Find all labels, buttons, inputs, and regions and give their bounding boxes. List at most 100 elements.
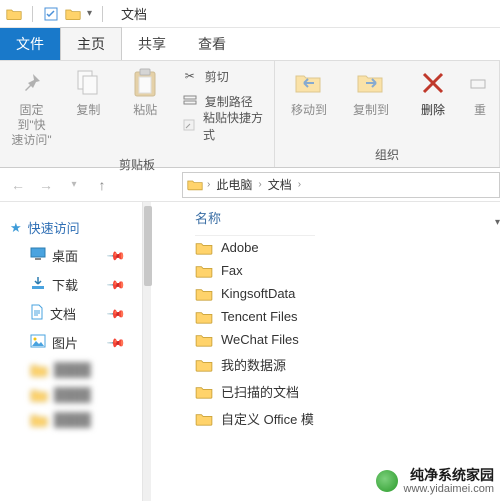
pin-indicator-icon: 📌	[106, 303, 126, 323]
rename-icon	[464, 67, 496, 99]
tab-file[interactable]: 文件	[0, 28, 60, 60]
copy-path-label: 复制路径	[205, 93, 253, 110]
rename-button-partial[interactable]: 重	[467, 65, 493, 120]
window-title: 文档	[121, 4, 147, 23]
list-item[interactable]: Adobe	[195, 236, 500, 259]
copy-to-icon	[355, 67, 387, 99]
file-name: Adobe	[221, 240, 259, 255]
file-name: 自定义 Office 模	[221, 409, 314, 428]
move-to-button[interactable]: 移动到	[281, 65, 337, 120]
nav-recent-dropdown[interactable]: ▾	[64, 179, 84, 190]
file-name: WeChat Files	[221, 332, 299, 347]
delete-icon	[417, 67, 449, 99]
watermark-title: 纯净系统家园	[404, 468, 494, 483]
quick-access-label: 快速访问	[28, 218, 80, 237]
folder-icon	[195, 264, 213, 278]
tab-view[interactable]: 查看	[182, 28, 242, 60]
star-icon: ★	[10, 220, 22, 236]
copy-label: 复制	[76, 103, 100, 118]
qat-dropdown-icon[interactable]: ▾	[87, 8, 92, 19]
paste-shortcut-button[interactable]: 粘贴快捷方式	[181, 115, 268, 137]
ribbon-group-clipboard: 固定到"快速访问" 复制 粘贴 ✂ 剪切	[0, 61, 275, 167]
downloads-icon	[30, 276, 46, 293]
folder-icon	[195, 241, 213, 255]
chevron-right-icon[interactable]: ›	[296, 179, 303, 190]
copy-button[interactable]: 复制	[63, 65, 114, 120]
nav-forward-button[interactable]: →	[36, 177, 56, 193]
list-item[interactable]: 我的数据源	[195, 351, 500, 378]
sidebar-item-pictures[interactable]: 图片 📌	[10, 328, 142, 357]
watermark-url: www.yidaimei.com	[404, 483, 494, 495]
sidebar-item-label: ████	[54, 412, 91, 427]
delete-label: 删除	[421, 103, 445, 118]
paste-icon	[129, 67, 161, 99]
sidebar-quick-access[interactable]: ★ 快速访问	[10, 214, 142, 241]
file-name: KingsoftData	[221, 286, 295, 301]
nav-back-button[interactable]: ←	[8, 177, 28, 193]
list-item[interactable]: KingsoftData	[195, 282, 500, 305]
cut-button[interactable]: ✂ 剪切	[181, 65, 268, 87]
pin-indicator-icon: 📌	[106, 245, 126, 265]
file-list-pane: 名称 ▾ Adobe Fax KingsoftData Tencent Files We…	[151, 202, 500, 501]
titlebar: ▾ 文档	[0, 0, 500, 28]
sidebar-item-label: 图片	[52, 333, 78, 352]
folder-icon	[30, 388, 48, 402]
folder-icon	[30, 363, 48, 377]
watermark-logo-icon	[376, 470, 398, 492]
sidebar-item-documents[interactable]: 文档📌	[10, 299, 142, 328]
pin-label-1: 固定到"快	[17, 103, 45, 132]
documents-icon	[30, 304, 44, 323]
file-name: 我的数据源	[221, 355, 286, 374]
crumb-documents[interactable]: 文档	[266, 176, 294, 193]
pin-label-2: 速访问"	[11, 133, 51, 147]
desktop-icon	[30, 247, 46, 264]
list-item[interactable]: Fax	[195, 259, 500, 282]
nav-buttons: ← → ▾ ↑	[0, 177, 182, 193]
qat-properties-icon[interactable]	[43, 6, 59, 22]
list-item[interactable]: Tencent Files	[195, 305, 500, 328]
list-item[interactable]: 已扫描的文档	[195, 378, 500, 405]
column-header-name[interactable]: 名称	[195, 202, 315, 236]
qat-newfolder-icon[interactable]	[65, 6, 81, 22]
sidebar-item-label: ████	[54, 362, 91, 377]
content-area: ★ 快速访问 桌面 📌 下载📌文档📌 图片 📌 ████ ████ ████ 名称 ▾ Ad…	[0, 202, 500, 501]
watermark: 纯净系统家园 www.yidaimei.com	[376, 468, 494, 495]
sidebar-item-hidden[interactable]: ████	[10, 357, 142, 382]
pin-indicator-icon: 📌	[106, 332, 126, 352]
navigation-pane: ★ 快速访问 桌面 📌 下载📌文档📌 图片 📌 ████ ████ ████	[0, 202, 143, 501]
paste-shortcut-icon	[181, 118, 197, 135]
chevron-right-icon[interactable]: ›	[256, 179, 263, 190]
file-name: Tencent Files	[221, 309, 298, 324]
nav-up-button[interactable]: ↑	[92, 177, 112, 193]
breadcrumb[interactable]: › 此电脑 › 文档 ›	[182, 172, 500, 198]
copy-to-button[interactable]: 复制到	[343, 65, 399, 120]
sidebar-item-downloads[interactable]: 下载📌	[10, 270, 142, 299]
list-item[interactable]: 自定义 Office 模	[195, 405, 500, 432]
pin-quick-access-button[interactable]: 固定到"快速访问"	[6, 65, 57, 150]
move-to-label: 移动到	[291, 103, 327, 118]
qat-divider	[102, 6, 103, 22]
column-sort-chevron-icon[interactable]: ▾	[495, 211, 500, 228]
delete-button[interactable]: 删除	[405, 65, 461, 120]
ribbon-group-organize: 移动到 复制到 删除 重 组织	[275, 61, 500, 167]
copy-path-icon	[181, 93, 199, 110]
sidebar-item-hidden[interactable]: ████	[10, 407, 142, 432]
list-item[interactable]: WeChat Files	[195, 328, 500, 351]
nav-scrollbar[interactable]	[143, 202, 151, 501]
paste-button[interactable]: 粘贴	[120, 65, 171, 120]
copy-icon	[72, 67, 104, 99]
crumb-this-pc[interactable]: 此电脑	[214, 176, 254, 193]
chevron-right-icon[interactable]: ›	[205, 179, 212, 190]
sidebar-item-desktop[interactable]: 桌面 📌	[10, 241, 142, 270]
sidebar-item-label: ████	[54, 387, 91, 402]
sidebar-item-hidden[interactable]: ████	[10, 382, 142, 407]
scrollbar-thumb[interactable]	[144, 206, 152, 286]
move-to-icon	[293, 67, 325, 99]
file-name: Fax	[221, 263, 243, 278]
copy-to-label: 复制到	[353, 103, 389, 118]
tab-home[interactable]: 主页	[60, 27, 122, 60]
sidebar-item-label: 桌面	[52, 246, 78, 265]
tab-share[interactable]: 共享	[122, 28, 182, 60]
folder-icon	[195, 333, 213, 347]
folder-icon	[195, 358, 213, 372]
